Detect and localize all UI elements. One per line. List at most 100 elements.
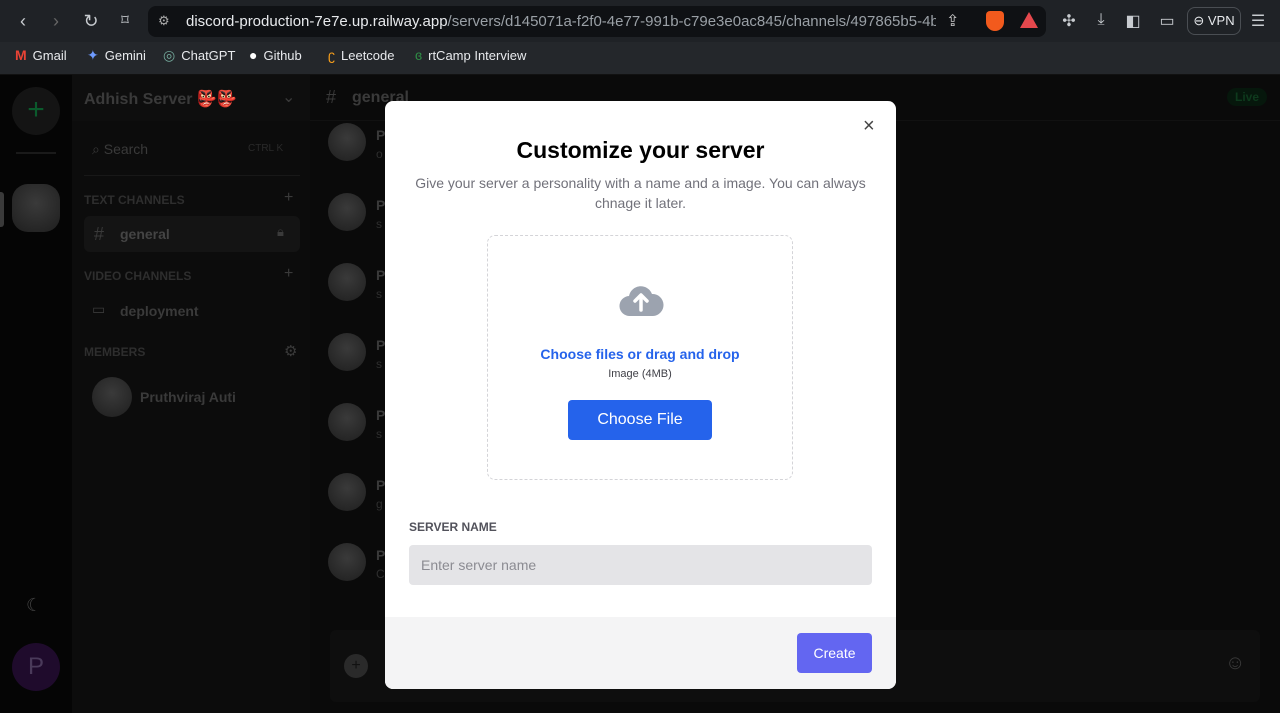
- channel-sidebar: Adhish Server 👺👺 ⌄ ⌕ Search CTRL K TEXT …: [72, 75, 310, 713]
- chatgpt-icon: ◎: [163, 47, 176, 63]
- create-button[interactable]: Create: [797, 633, 872, 673]
- add-video-channel-icon[interactable]: +: [284, 265, 293, 283]
- server-name-input[interactable]: [409, 545, 872, 585]
- channel-item-general[interactable]: # general 🔒︎: [84, 216, 300, 252]
- gemini-icon: ✦: [87, 47, 99, 63]
- choose-file-button[interactable]: Choose File: [568, 400, 712, 440]
- modal-title: Customize your server: [516, 137, 765, 163]
- add-channel-icon[interactable]: +: [284, 189, 293, 207]
- gmail-icon: M: [15, 47, 27, 63]
- user-avatar[interactable]: P: [12, 643, 60, 691]
- server-name: Adhish Server 👺👺: [84, 91, 237, 108]
- cloud-upload-icon: [619, 286, 664, 317]
- add-server-button[interactable]: +: [12, 87, 60, 135]
- sidebar-toggle-icon[interactable]: ◧: [1122, 11, 1144, 31]
- rtcamp-icon: ɞ: [415, 47, 423, 63]
- download-icon[interactable]: ⤓: [1090, 11, 1112, 29]
- lock-icon: 🔒︎: [277, 224, 284, 239]
- server-rail: + ☾ P: [0, 75, 72, 713]
- chevron-down-icon[interactable]: ⌄: [282, 87, 295, 107]
- message-item: P s: [328, 403, 388, 448]
- hash-icon: #: [94, 224, 105, 244]
- close-button[interactable]: ×: [863, 115, 875, 138]
- members-label: MEMBERS: [84, 345, 146, 359]
- message-avatar[interactable]: [328, 403, 366, 441]
- message-item: P C: [328, 543, 388, 588]
- share-icon[interactable]: ⇪: [946, 11, 959, 31]
- emoji-icon[interactable]: ☺: [1225, 652, 1245, 675]
- message-avatar[interactable]: [328, 123, 366, 161]
- search-button[interactable]: ⌕ Search: [92, 141, 148, 158]
- site-settings-icon[interactable]: ⚙: [158, 13, 170, 29]
- channel-item-deployment[interactable]: ▭ deployment: [84, 299, 300, 325]
- bookmark-chatgpt[interactable]: ◎ ChatGPT: [163, 47, 235, 64]
- channel-name: deployment: [120, 303, 199, 319]
- back-icon[interactable]: ‹: [12, 10, 34, 32]
- message-text: C: [376, 567, 385, 581]
- url-host: discord-production-7e7e.up.railway.app: [186, 13, 448, 30]
- message-text: g: [376, 497, 383, 511]
- message-avatar[interactable]: [328, 333, 366, 371]
- customize-server-modal: × Customize your server Give your server…: [385, 101, 896, 689]
- member-avatar[interactable]: [92, 377, 132, 417]
- member-name[interactable]: Pruthviraj Auti: [140, 389, 236, 405]
- menu-icon[interactable]: ☰: [1247, 11, 1269, 31]
- bookmark-github[interactable]: ● Github: [249, 47, 302, 63]
- message-avatar[interactable]: [328, 473, 366, 511]
- message-author: P: [376, 337, 386, 353]
- message-avatar[interactable]: [328, 193, 366, 231]
- bookmark-label: Gmail: [32, 47, 67, 63]
- message-author: P: [376, 267, 386, 283]
- url-text[interactable]: discord-production-7e7e.up.railway.app/s…: [186, 13, 936, 30]
- bookmark-label: Leetcode: [341, 47, 395, 63]
- moon-icon[interactable]: ☾: [26, 595, 42, 616]
- bookmark-label: ChatGPT: [181, 48, 236, 63]
- server-header[interactable]: Adhish Server 👺👺 ⌄: [72, 75, 310, 121]
- brave-shield-icon[interactable]: [986, 11, 1004, 31]
- wallet-icon[interactable]: ▭: [1156, 11, 1178, 31]
- bookmark-label: Gemini: [104, 48, 146, 63]
- message-text: s: [376, 427, 382, 441]
- gear-icon[interactable]: ⚙: [284, 342, 297, 360]
- search-shortcut: CTRL K: [248, 143, 284, 154]
- message-avatar[interactable]: [328, 263, 366, 301]
- choose-files-link[interactable]: Choose files or drag and drop: [488, 346, 792, 362]
- message-text: o: [376, 147, 383, 161]
- divider: [16, 152, 56, 154]
- address-bar[interactable]: ⚙ discord-production-7e7e.up.railway.app…: [148, 6, 1046, 37]
- message-item: P s: [328, 333, 388, 378]
- bookmark-icon[interactable]: ⌑: [114, 10, 136, 32]
- reload-icon[interactable]: ↻: [80, 10, 102, 32]
- extensions-icon[interactable]: ✣: [1058, 11, 1080, 31]
- vpn-label: VPN: [1207, 13, 1235, 28]
- bookmark-label: rtCamp Interview: [428, 47, 527, 63]
- message-item: P s: [328, 193, 388, 238]
- brave-rewards-icon[interactable]: [1020, 12, 1038, 28]
- browser-toolbar: ‹ › ↻ ⌑ ⚙ discord-production-7e7e.up.rai…: [0, 0, 1280, 42]
- bookmark-rtcamp[interactable]: ɞ rtCamp Interview: [415, 47, 526, 63]
- text-channels-label: TEXT CHANNELS: [84, 193, 185, 207]
- forward-icon[interactable]: ›: [45, 10, 67, 32]
- message-author: P: [376, 477, 386, 493]
- live-badge: Live: [1227, 88, 1268, 106]
- message-avatar[interactable]: [328, 543, 366, 581]
- bookmark-gemini[interactable]: ✦ Gemini: [87, 47, 146, 64]
- active-indicator: [0, 192, 4, 227]
- bookmark-gmail[interactable]: M Gmail: [15, 47, 67, 63]
- message-item: P g: [328, 473, 388, 518]
- modal-footer: Create: [385, 617, 896, 689]
- leetcode-icon: ʗ: [328, 47, 335, 63]
- vpn-button[interactable]: ⊖ VPN: [1187, 7, 1241, 35]
- bookmark-leetcode[interactable]: ʗ Leetcode: [328, 47, 395, 63]
- file-dropzone[interactable]: Choose files or drag and drop Image (4MB…: [487, 235, 793, 480]
- channel-name: general: [120, 226, 170, 242]
- hash-icon: #: [326, 87, 337, 107]
- video-channels-label: VIDEO CHANNELS: [84, 269, 192, 283]
- message-text: s: [376, 357, 382, 371]
- github-icon: ●: [249, 47, 258, 63]
- message-author: P: [376, 127, 386, 143]
- attach-icon[interactable]: +: [344, 654, 368, 678]
- message-item: P o: [328, 123, 388, 168]
- message-author: P: [376, 197, 386, 213]
- server-icon[interactable]: [12, 184, 60, 232]
